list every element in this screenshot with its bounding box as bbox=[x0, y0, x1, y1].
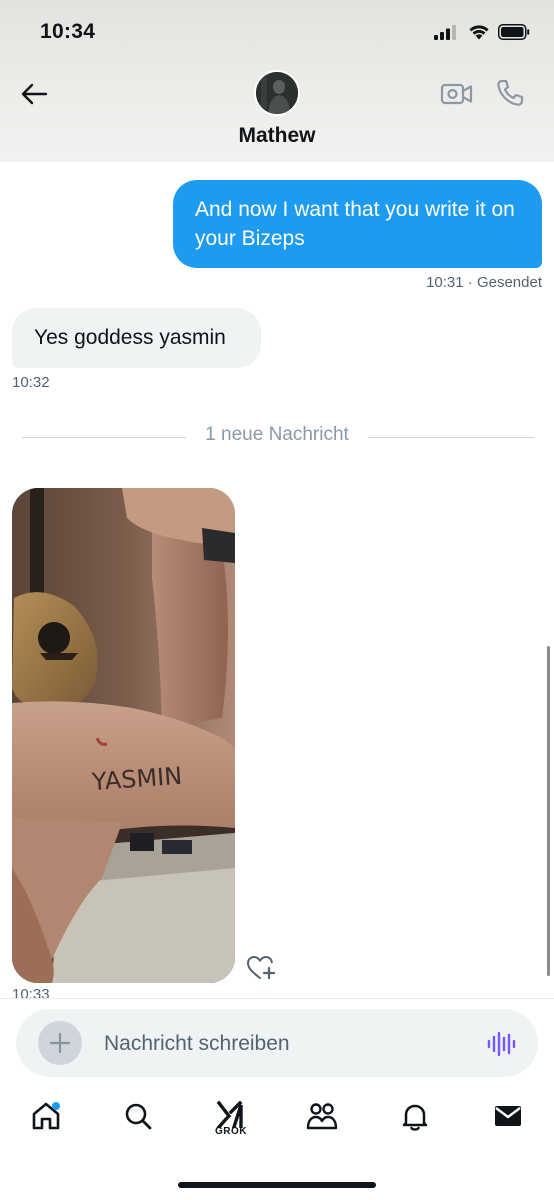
message-status: Gesendet bbox=[476, 274, 542, 291]
meta-separator: · bbox=[467, 274, 473, 291]
message-input[interactable] bbox=[104, 1030, 454, 1058]
wifi-icon bbox=[469, 25, 489, 40]
back-button[interactable] bbox=[14, 74, 54, 114]
mail-icon bbox=[495, 1106, 521, 1126]
photo-message-time: 10:33 bbox=[12, 986, 50, 998]
bell-icon bbox=[402, 1104, 428, 1131]
scrollbar[interactable] bbox=[547, 646, 550, 976]
nav-grok[interactable]: GROK bbox=[211, 1100, 251, 1144]
nav-search[interactable] bbox=[118, 1100, 158, 1144]
signal-icon bbox=[434, 25, 456, 40]
grok-icon bbox=[216, 1100, 243, 1128]
home-indicator[interactable] bbox=[178, 1182, 376, 1188]
outgoing-message-meta: 10:31 · Gesendet bbox=[426, 274, 542, 291]
outgoing-message-bubble[interactable]: And now I want that you write it on your… bbox=[173, 180, 542, 268]
battery-icon bbox=[498, 24, 530, 40]
composer-separator bbox=[0, 998, 554, 999]
nav-communities[interactable] bbox=[302, 1100, 342, 1144]
communities-icon bbox=[306, 1103, 338, 1130]
voice-message-button[interactable] bbox=[486, 1029, 516, 1059]
avatar-image bbox=[256, 72, 298, 114]
add-reaction-button[interactable] bbox=[246, 954, 276, 982]
video-call-button[interactable] bbox=[440, 78, 474, 110]
nav-home[interactable] bbox=[26, 1100, 66, 1144]
heart-plus-icon bbox=[246, 955, 276, 980]
photo-image: YASMIN bbox=[12, 488, 235, 983]
grok-label: GROK bbox=[215, 1126, 247, 1137]
phone-call-button[interactable] bbox=[494, 77, 526, 109]
back-arrow-icon bbox=[21, 83, 48, 105]
home-notification-dot bbox=[52, 1102, 60, 1110]
status-icons bbox=[434, 24, 530, 40]
incoming-message-time: 10:32 bbox=[12, 374, 50, 391]
new-message-divider-text: 1 neue Nachricht bbox=[195, 424, 359, 445]
contact-avatar[interactable] bbox=[254, 70, 300, 116]
plus-icon bbox=[49, 1032, 71, 1054]
contact-name[interactable]: Mathew bbox=[0, 124, 554, 148]
incoming-message-bubble[interactable]: Yes goddess yasmin bbox=[12, 308, 261, 368]
nav-notifications[interactable] bbox=[395, 1100, 435, 1144]
photo-message[interactable]: YASMIN bbox=[12, 488, 235, 983]
new-message-divider-label: 1 neue Nachricht bbox=[0, 424, 554, 446]
voice-wave-icon bbox=[487, 1031, 516, 1057]
video-call-icon bbox=[440, 83, 473, 105]
search-icon bbox=[125, 1103, 152, 1130]
message-time: 10:31 bbox=[426, 274, 464, 291]
status-time: 10:34 bbox=[40, 20, 96, 43]
phone-icon bbox=[497, 79, 524, 106]
nav-messages[interactable] bbox=[488, 1100, 528, 1144]
add-attachment-button[interactable] bbox=[38, 1021, 82, 1065]
